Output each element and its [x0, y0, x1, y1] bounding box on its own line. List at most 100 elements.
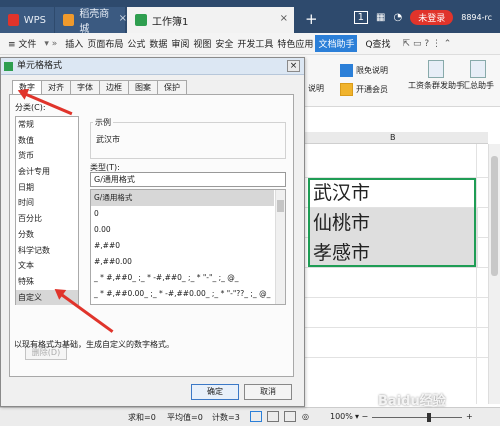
ribbon-free-limit[interactable]: 限免说明 — [340, 64, 388, 77]
type-list[interactable]: G/通用格式 0 0.00 #,##0 #,##0.00 _ * #,##0_ … — [90, 189, 286, 305]
tab-store[interactable]: 稻壳商城 × — [55, 7, 127, 35]
login-button[interactable]: 未登录 — [410, 10, 454, 25]
sample-label: 示例 — [93, 117, 113, 128]
menu-item-insert[interactable]: 插入 — [63, 37, 85, 50]
menu-item-doc-assistant[interactable]: 文档助手 — [315, 35, 358, 52]
tab-protection[interactable]: 保护 — [157, 80, 187, 94]
dialog-app-icon — [4, 62, 13, 71]
tab-workbook[interactable]: 工作簿1 × — [127, 7, 294, 33]
grid-line — [300, 297, 488, 298]
list-item[interactable]: 日期 — [16, 180, 78, 196]
menu-item-data[interactable]: 数据 — [147, 37, 169, 50]
list-item[interactable]: 货币 — [16, 148, 78, 164]
number-tab-panel: 分类(C): 常规 数值 货币 会计专用 日期 时间 百分比 分数 科学记数 文… — [9, 94, 294, 377]
list-item[interactable]: 数值 — [16, 133, 78, 149]
summary-icon — [470, 60, 486, 78]
close-icon[interactable]: × — [280, 13, 288, 24]
sample-value: 武汉市 — [96, 135, 120, 144]
ribbon-payroll-assistant[interactable]: 工资条群发助手 — [408, 60, 464, 91]
ok-button[interactable]: 确定 — [191, 384, 239, 400]
user-id: 8894-rc — [461, 13, 492, 22]
tab-wps[interactable]: WPS — [0, 7, 54, 33]
menu-item-security[interactable]: 安全 — [213, 37, 235, 50]
zoom-dropdown-icon[interactable]: ▾ − — [355, 412, 368, 421]
sample-group: 武汉市 — [90, 122, 286, 159]
tab-pattern[interactable]: 图案 — [128, 80, 158, 94]
list-item[interactable]: 文本 — [16, 258, 78, 274]
dialog-titlebar[interactable]: 单元格格式 × — [1, 58, 304, 75]
ribbon-help[interactable]: 说明 — [308, 83, 324, 94]
window-count-badge[interactable]: 1 — [353, 11, 369, 24]
tab-border[interactable]: 边框 — [99, 80, 129, 94]
tab-label: WPS — [23, 14, 46, 26]
list-item[interactable]: 分数 — [16, 227, 78, 243]
menu-item-formula[interactable]: 公式 — [125, 37, 147, 50]
list-item[interactable]: 会计专用 — [16, 164, 78, 180]
menu-item-review[interactable]: 审阅 — [169, 37, 191, 50]
ribbon-open-vip[interactable]: 开通会员 — [340, 83, 388, 96]
list-item[interactable]: _ * #,##0.00_ ;_ * -#,##0.00_ ;_ * "-"??… — [91, 286, 274, 302]
watermark: Baidu经验 — [378, 394, 446, 409]
list-item[interactable]: 0 — [91, 206, 274, 222]
list-item[interactable]: 常规 — [16, 117, 78, 133]
category-list[interactable]: 常规 数值 货币 会计专用 日期 时间 百分比 分数 科学记数 文本 特殊 自定… — [15, 116, 79, 306]
skin-icon[interactable]: ◔ — [393, 12, 402, 23]
type-list-scrollbar[interactable] — [275, 190, 285, 304]
status-bar: 求和=0 平均值=0 计数=3 ◎ 100% ▾ − + — [0, 407, 500, 426]
vertical-scrollbar[interactable] — [488, 144, 500, 404]
zoom-level[interactable]: 100% — [330, 412, 353, 421]
zoom-slider-knob[interactable] — [427, 413, 431, 422]
format-cells-dialog: 单元格格式 × 数字 对齐 字体 边框 图案 保护 分类(C): 常规 数值 货… — [0, 57, 305, 407]
shield-icon — [340, 64, 353, 77]
menu-bar: ≡ 文件 ▾ » 插入 页面布局 公式 数据 审阅 视图 安全 开发工具 特色应… — [0, 33, 500, 55]
search-button[interactable]: Q查找 — [363, 37, 392, 50]
list-item[interactable]: _ * #,##0_ ;_ * -#,##0_ ;_ * "-"_ ;_ @_ — [91, 270, 274, 286]
format-description: 以现有格式为基础，生成自定义的数字格式。 — [14, 340, 174, 349]
cancel-button[interactable]: 取消 — [244, 384, 292, 400]
page-layout-view-icon[interactable] — [267, 411, 279, 422]
store-icon — [63, 14, 75, 26]
close-icon[interactable]: × — [119, 13, 127, 24]
close-button[interactable]: × — [287, 60, 300, 72]
zoom-slider[interactable] — [372, 417, 462, 418]
grid-line — [300, 327, 488, 328]
tab-label: 工作簿1 — [152, 16, 189, 28]
ribbon-summary-assistant[interactable]: 汇总助手 — [462, 60, 494, 91]
crown-icon — [340, 83, 353, 96]
window-controls: 1 ▦ ◔ 未登录 8894-rc — [353, 10, 492, 25]
list-item[interactable]: 时间 — [16, 195, 78, 211]
list-item[interactable]: 特殊 — [16, 274, 78, 290]
list-item-selected[interactable]: G/通用格式 — [91, 190, 274, 206]
read-mode-icon[interactable]: ◎ — [302, 412, 309, 421]
menu-item-features[interactable]: 特色应用 — [275, 37, 315, 50]
menu-item-developer[interactable]: 开发工具 — [235, 37, 275, 50]
toolbar-icons[interactable]: ⇱ ▭ ? ⋮ ⌃ — [401, 39, 454, 49]
page-break-view-icon[interactable] — [284, 411, 296, 422]
grid-line — [300, 357, 488, 358]
dialog-tabs: 数字 对齐 字体 边框 图案 保护 — [12, 80, 187, 95]
file-menu[interactable]: ≡ 文件 — [6, 37, 38, 50]
type-input[interactable]: G/通用格式 — [90, 172, 286, 187]
list-item[interactable]: 百分比 — [16, 211, 78, 227]
scroll-thumb[interactable] — [491, 156, 498, 276]
status-sum: 求和=0 — [128, 413, 156, 422]
category-label: 分类(C): — [15, 103, 46, 112]
tab-label: 稻壳商城 — [79, 9, 110, 35]
menu-item-view[interactable]: 视图 — [191, 37, 213, 50]
menu-item-page-layout[interactable]: 页面布局 — [85, 37, 125, 50]
list-item[interactable]: 0.00 — [91, 222, 274, 238]
list-item[interactable]: #,##0 — [91, 238, 274, 254]
grid-icon[interactable]: ▦ — [376, 12, 385, 23]
list-item[interactable]: #,##0.00 — [91, 254, 274, 270]
new-tab-icon[interactable]: + — [305, 10, 318, 28]
tab-font[interactable]: 字体 — [70, 80, 100, 94]
spreadsheet-grid[interactable]: B 武汉市 仙桃市 孝感市 — [300, 107, 500, 407]
column-header[interactable]: B — [300, 132, 488, 144]
wps-logo-icon — [8, 14, 19, 26]
normal-view-icon[interactable] — [250, 411, 262, 422]
list-item[interactable]: 科学记数 — [16, 243, 78, 259]
zoom-in-icon[interactable]: + — [466, 412, 473, 421]
more-chevron-icon[interactable]: ▾ » — [42, 39, 59, 49]
tab-alignment[interactable]: 对齐 — [41, 80, 71, 94]
scroll-thumb[interactable] — [277, 200, 284, 212]
